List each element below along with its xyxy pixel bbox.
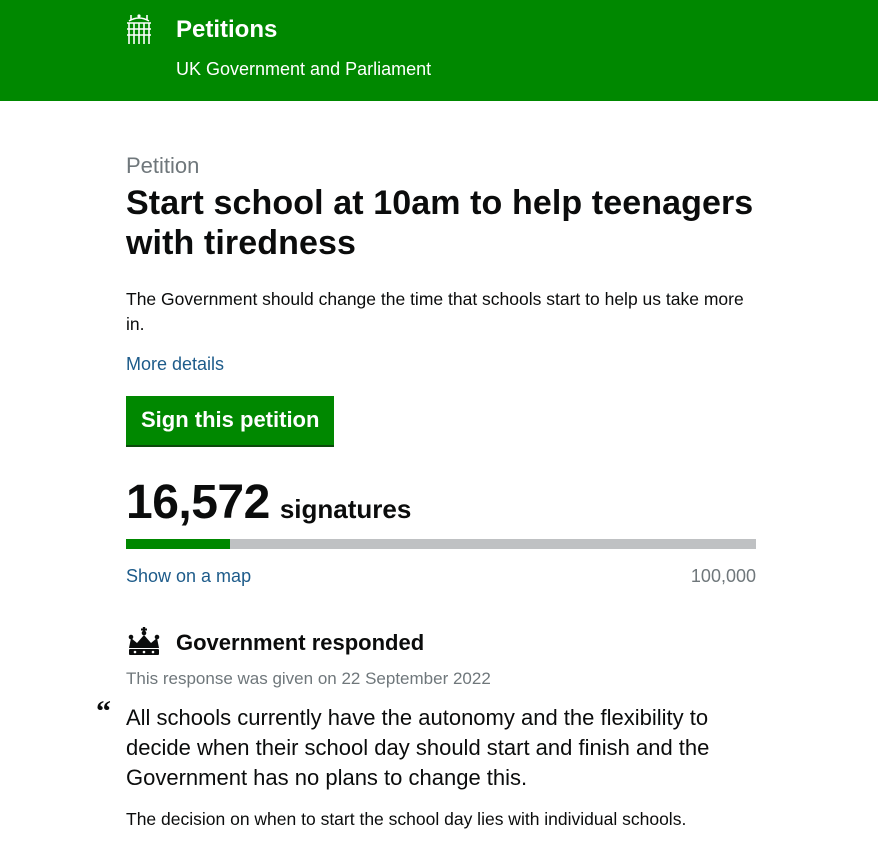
signature-summary: 16,572 signatures [126, 479, 758, 535]
quote-mark-icon: “ [96, 695, 111, 728]
sign-petition-button[interactable]: Sign this petition [126, 396, 335, 445]
map-row: Show on a map 100,000 [126, 565, 756, 587]
government-response-title: Government responded [176, 630, 425, 655]
response-summary-text: All schools currently have the autonomy … [126, 705, 710, 790]
signature-progress-bar [126, 539, 756, 549]
petition-title: Start school at 10am to help teenagers w… [126, 184, 754, 262]
signatures-label: signatures [279, 494, 412, 524]
site-name-link[interactable]: Petitions [176, 16, 277, 44]
site-header: Petitions UK Government and Parliament [0, 0, 878, 101]
petition-summary: The Government should change the time th… [126, 289, 744, 334]
signature-threshold: 100,000 [690, 566, 756, 586]
response-body-text: The decision on when to start the school… [126, 809, 687, 829]
portcullis-icon [127, 14, 151, 44]
response-summary-quote: “ All schools currently have the autonom… [96, 697, 758, 793]
petition-main: Petition Start school at 10am to help te… [96, 152, 758, 850]
signature-progress-fill [126, 539, 231, 549]
more-details-link[interactable]: More details [126, 353, 224, 375]
government-response-heading: Government responded [126, 627, 758, 657]
petition-kicker: Petition [126, 153, 200, 178]
site-subtitle: UK Government and Parliament [176, 59, 432, 79]
signature-count: 16,572 [126, 476, 270, 529]
crown-icon [128, 627, 160, 655]
response-date: This response was given on 22 September … [126, 669, 491, 688]
show-on-map-link[interactable]: Show on a map [126, 566, 251, 586]
